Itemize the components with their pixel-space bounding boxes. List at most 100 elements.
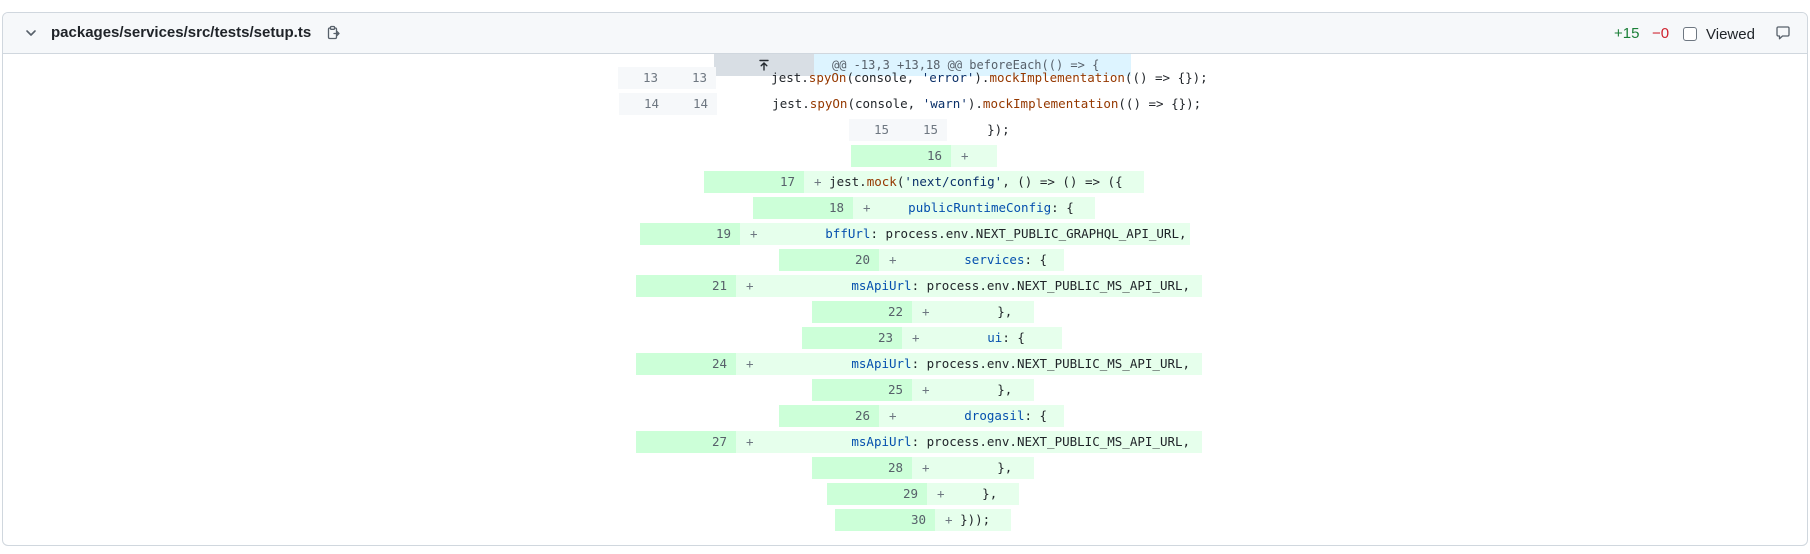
diff-line-context: 15 15 }); — [849, 119, 1067, 141]
code-token: jest. — [742, 96, 810, 111]
new-line-number[interactable]: 25 — [812, 379, 912, 401]
new-line-number[interactable]: 23 — [802, 327, 902, 349]
context-marker — [726, 70, 741, 85]
code-token: msApiUrl — [851, 278, 912, 293]
code-token: : { — [1002, 330, 1025, 345]
diff-line-added: 16 + — [851, 145, 997, 167]
plus-marker: + — [945, 512, 961, 527]
code-token: : process.env.NEXT_PUBLIC_MS_API_URL, — [911, 434, 1191, 449]
code-token: (console, — [847, 96, 923, 111]
code-token: }); — [972, 122, 1010, 137]
diff-line-code: + }, — [912, 301, 1034, 323]
diff-line-code: jest.spyOn(console, 'warn').mockImplemen… — [717, 93, 1204, 115]
plus-marker: + — [889, 252, 905, 267]
code-token: , () => () => ({ — [1002, 174, 1123, 189]
new-line-number[interactable]: 19 — [640, 223, 740, 245]
new-line-number[interactable]: 22 — [812, 301, 912, 323]
new-line-number[interactable]: 30 — [835, 509, 935, 531]
diff-line-code: jest.spyOn(console, 'error').mockImpleme… — [716, 67, 1208, 89]
new-line-number[interactable]: 15 — [898, 119, 947, 141]
old-line-number[interactable]: 13 — [618, 67, 667, 89]
diff-line-code: + }, — [927, 483, 1019, 505]
plus-marker: + — [814, 174, 830, 189]
chevron-down-icon[interactable] — [23, 25, 39, 41]
new-line-number[interactable]: 20 — [779, 249, 879, 271]
code-token: : { — [1024, 252, 1048, 267]
diff-line-context: 13 13 jest.spyOn(console, 'error').mockIm… — [618, 67, 1208, 89]
viewed-toggle[interactable]: Viewed — [1683, 23, 1755, 45]
code-token: ). — [974, 70, 990, 85]
old-line-number[interactable]: 14 — [619, 93, 668, 115]
new-line-number[interactable]: 13 — [667, 67, 716, 89]
code-token: : process.env.NEXT_PUBLIC_MS_API_URL, — [911, 356, 1191, 371]
plus-marker: + — [746, 278, 762, 293]
diff-line-code: + ui: { — [902, 327, 1062, 349]
code-token: jest. — [741, 70, 809, 85]
diff-line-context: 14 14 jest.spyOn(console, 'warn').mockImp… — [619, 93, 1204, 115]
new-line-number[interactable]: 16 — [851, 145, 951, 167]
code-token: publicRuntimeConfig — [908, 200, 1052, 215]
code-token: spyOn — [808, 70, 847, 85]
diff-line-code: + msApiUrl: process.env.NEXT_PUBLIC_MS_A… — [736, 431, 1202, 453]
file-header: packages/services/src/tests/setup.ts +15… — [3, 13, 1807, 54]
new-line-number[interactable]: 24 — [636, 353, 736, 375]
old-line-number[interactable]: 15 — [849, 119, 898, 141]
code-token: : { — [1051, 200, 1074, 215]
diff-line-added: 22 + }, — [812, 301, 1034, 323]
code-token: }, — [937, 460, 1013, 475]
diff-line-added: 24 + msApiUrl: process.env.NEXT_PUBLIC_MS… — [636, 353, 1202, 375]
code-token: mock — [866, 174, 897, 189]
new-line-number[interactable]: 17 — [704, 171, 804, 193]
diff-line-added: 25 + }, — [812, 379, 1034, 401]
deletions-count: −0 — [1652, 25, 1670, 42]
code-token: 'warn' — [922, 96, 968, 111]
plus-marker: + — [922, 304, 938, 319]
plus-marker: + — [912, 330, 928, 345]
code-token: 'next/config' — [904, 174, 1003, 189]
file-name[interactable]: packages/services/src/tests/setup.ts — [51, 24, 311, 42]
viewed-label: Viewed — [1706, 25, 1755, 43]
diff-line-added: 23 + ui: { — [802, 327, 1062, 349]
code-token: : process.env.NEXT_PUBLIC_GRAPHQL_API_UR… — [870, 226, 1187, 241]
new-line-number[interactable]: 28 — [812, 457, 912, 479]
code-token: jest. — [829, 174, 867, 189]
code-token: msApiUrl — [851, 356, 912, 371]
copy-icon[interactable] — [325, 25, 341, 41]
new-line-number[interactable]: 27 — [636, 431, 736, 453]
code-token: mockImplementation — [982, 96, 1119, 111]
diff-line-code: + msApiUrl: process.env.NEXT_PUBLIC_MS_A… — [736, 353, 1202, 375]
diff-line-code: + msApiUrl: process.env.NEXT_PUBLIC_MS_A… — [736, 275, 1202, 297]
code-token: (console, — [846, 70, 922, 85]
diff-line-code: + }, — [912, 379, 1034, 401]
plus-marker: + — [961, 148, 977, 163]
code-token: ). — [967, 96, 983, 111]
plus-marker: + — [889, 408, 905, 423]
plus-marker: + — [750, 226, 766, 241]
new-line-number[interactable]: 21 — [636, 275, 736, 297]
diff-file: packages/services/src/tests/setup.ts +15… — [2, 12, 1808, 546]
diff-line-code: + — [951, 145, 997, 167]
new-line-number[interactable]: 18 — [753, 197, 853, 219]
plus-marker: + — [922, 460, 938, 475]
diff-line-code: }); — [947, 119, 1067, 141]
new-line-number[interactable]: 26 — [779, 405, 879, 427]
new-line-number[interactable]: 29 — [827, 483, 927, 505]
new-line-number[interactable]: 14 — [668, 93, 717, 115]
code-token: (() => {}); — [1118, 96, 1202, 111]
code-token: bffUrl — [825, 226, 871, 241]
context-marker — [727, 96, 742, 111]
plus-marker: + — [746, 356, 762, 371]
code-token: spyOn — [809, 96, 848, 111]
plus-marker: + — [863, 200, 879, 215]
code-token: : process.env.NEXT_PUBLIC_MS_API_URL, — [911, 278, 1191, 293]
diff-line-code: + })); — [935, 509, 1011, 531]
comment-icon[interactable] — [1775, 25, 1791, 41]
code-token: (() => {}); — [1124, 70, 1208, 85]
diff-line-added: 19 + bffUrl: process.env.NEXT_PUBLIC_GRAP… — [640, 223, 1190, 245]
viewed-checkbox[interactable] — [1683, 27, 1697, 41]
